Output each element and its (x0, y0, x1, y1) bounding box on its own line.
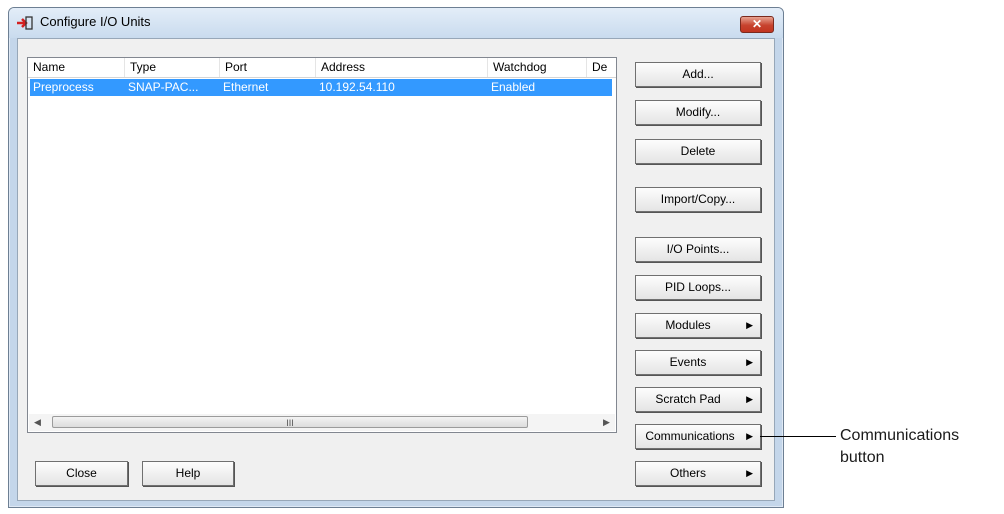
submenu-arrow-icon: ▶ (746, 394, 753, 404)
row-type: SNAP-PAC... (128, 80, 199, 94)
communications-label: Communications (645, 429, 735, 443)
submenu-arrow-icon: ▶ (746, 357, 753, 367)
scroll-right-icon[interactable]: ▶ (598, 414, 615, 431)
delete-button[interactable]: Delete (635, 139, 761, 164)
column-header-name[interactable]: Name (28, 58, 125, 77)
column-header-port[interactable]: Port (220, 58, 316, 77)
add-button[interactable]: Add... (635, 62, 761, 87)
callout-line (760, 436, 836, 437)
callout-line-1: Communications (840, 427, 960, 444)
communications-button[interactable]: Communications ▶ (635, 424, 761, 449)
submenu-arrow-icon: ▶ (746, 431, 753, 441)
io-units-list[interactable]: Name Type Port Address Watchdog De Prepr… (27, 57, 617, 433)
callout-label: Communications button (840, 425, 959, 469)
scratch-pad-button[interactable]: Scratch Pad ▶ (635, 387, 761, 412)
modules-button[interactable]: Modules ▶ (635, 313, 761, 338)
scratch-pad-label: Scratch Pad (655, 392, 721, 406)
close-button[interactable]: Close (35, 461, 128, 486)
list-header: Name Type Port Address Watchdog De (28, 58, 616, 78)
row-port: Ethernet (223, 80, 269, 94)
help-button[interactable]: Help (142, 461, 234, 486)
window-title: Configure I/O Units (40, 14, 151, 29)
scrollbar-thumb[interactable]: III (52, 416, 528, 428)
horizontal-scrollbar[interactable]: ◀ III ▶ (29, 414, 615, 431)
column-header-watchdog[interactable]: Watchdog (488, 58, 587, 77)
row-watchdog: Enabled (491, 80, 536, 94)
io-points-button[interactable]: I/O Points... (635, 237, 761, 262)
column-header-address[interactable]: Address (316, 58, 488, 77)
submenu-arrow-icon: ▶ (746, 320, 753, 330)
close-window-button[interactable]: ✕ (740, 16, 774, 33)
row-address: 10.192.54.110 (319, 80, 395, 94)
events-label: Events (669, 355, 707, 369)
scroll-left-icon[interactable]: ◀ (29, 414, 46, 431)
column-header-de[interactable]: De (587, 58, 616, 77)
modules-label: Modules (665, 318, 711, 332)
others-label: Others (669, 466, 706, 480)
pid-loops-button[interactable]: PID Loops... (635, 275, 761, 300)
configure-io-icon (17, 16, 33, 30)
events-button[interactable]: Events ▶ (635, 350, 761, 375)
others-button[interactable]: Others ▶ (635, 461, 761, 486)
column-header-type[interactable]: Type (125, 58, 220, 77)
modify-button[interactable]: Modify... (635, 100, 761, 125)
submenu-arrow-icon: ▶ (746, 468, 753, 478)
title-bar: Configure I/O Units ✕ (9, 8, 783, 38)
row-name: Preprocess (33, 80, 94, 94)
scroll-grip-icon: III (286, 418, 294, 428)
callout-line-2: button (840, 449, 885, 466)
table-row[interactable]: Preprocess SNAP-PAC... Ethernet 10.192.5… (30, 79, 612, 96)
import-copy-button[interactable]: Import/Copy... (635, 187, 761, 212)
